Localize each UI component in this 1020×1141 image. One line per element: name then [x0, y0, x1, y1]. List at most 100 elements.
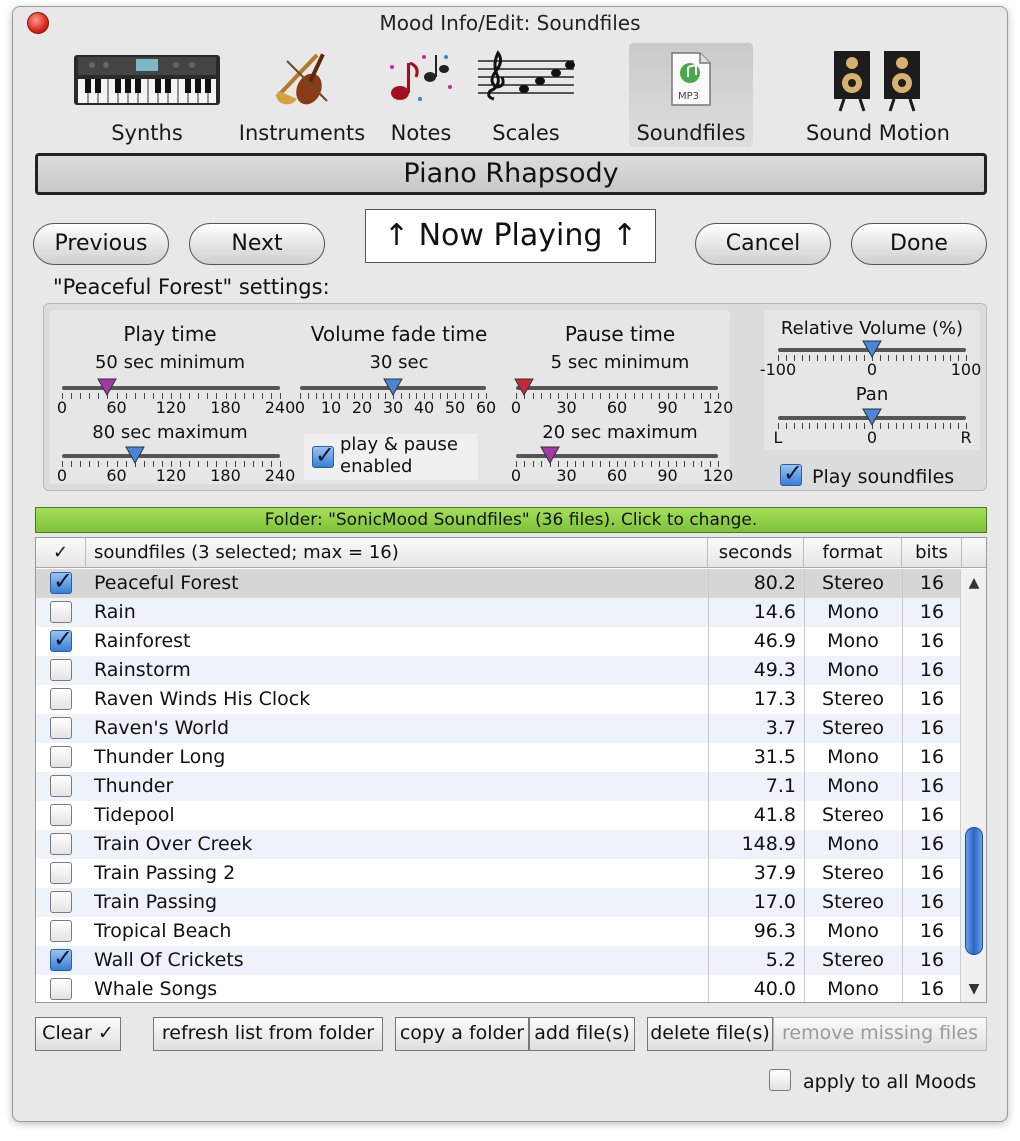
row-checkbox[interactable] [50, 625, 73, 653]
slider-thumb[interactable] [383, 378, 403, 396]
row-checkbox[interactable] [50, 978, 72, 1000]
slider-tick [633, 461, 635, 467]
table-row[interactable]: Raven Winds His Clock 17.3 Stereo 16 [36, 685, 961, 714]
add-files-button[interactable]: add file(s) [529, 1017, 635, 1051]
relative-volume-slider[interactable]: -100 0 100 [760, 340, 981, 380]
table-row[interactable]: Train Over Creek 148.9 Mono 16 [36, 830, 961, 859]
row-checkbox[interactable] [50, 601, 72, 623]
slider-thumb[interactable] [124, 446, 145, 464]
row-bits: 16 [919, 572, 945, 594]
play-pause-label: play & pause enabled [340, 434, 458, 478]
slider-thumb[interactable] [539, 446, 560, 464]
toolbar-synths[interactable]: Synths [69, 43, 225, 147]
pan-slider[interactable]: L 0 R [774, 408, 972, 448]
play-soundfiles-checkbox[interactable] [780, 459, 803, 487]
row-checkbox[interactable] [50, 804, 72, 826]
table-row[interactable]: Whale Songs 40.0 Mono 16 [36, 975, 961, 1002]
row-checkbox[interactable] [50, 659, 72, 681]
table-row[interactable]: Thunder 7.1 Mono 16 [36, 772, 961, 801]
slider-thumb[interactable] [97, 378, 118, 396]
table-row[interactable]: Raven's World 3.7 Stereo 16 [36, 714, 961, 743]
slider-thumb[interactable] [862, 408, 882, 426]
copy-folder-button[interactable]: copy a folder [395, 1017, 529, 1051]
scroll-down-arrow[interactable]: ▼ [961, 981, 986, 997]
now-playing-button[interactable]: ↑ Now Playing ↑ [365, 209, 656, 263]
table-row[interactable]: Tidepool 41.8 Stereo 16 [36, 801, 961, 830]
play-time-min-slider[interactable]: 0 60 120 180 240 [57, 378, 295, 418]
row-bits: 16 [919, 833, 945, 855]
table-row[interactable]: Tropical Beach 96.3 Mono 16 [36, 917, 961, 946]
row-checkbox[interactable] [50, 717, 72, 739]
table-row[interactable]: Peaceful Forest 80.2 Stereo 16 [36, 569, 961, 598]
row-checkbox[interactable] [50, 688, 72, 710]
slider-tick-label: 50 [444, 398, 466, 417]
folder-bar[interactable]: Folder: "SonicMood Soundfiles" (36 files… [35, 507, 987, 533]
slider-tick [919, 423, 920, 429]
play-time-max-slider[interactable]: 0 60 120 180 240 [57, 446, 295, 486]
table-row[interactable]: Rainforest 46.9 Mono 16 [36, 625, 961, 656]
header-format[interactable]: format [804, 538, 902, 568]
mood-name-field[interactable]: Piano Rhapsody [35, 153, 987, 195]
pause-time-max-slider[interactable]: 0 30 60 90 120 [511, 446, 733, 486]
scroll-thumb[interactable] [965, 827, 983, 955]
slider-tick [591, 393, 593, 399]
row-bits: 16 [919, 949, 945, 971]
slider-tick [243, 461, 245, 467]
instruments-icon [275, 53, 328, 105]
apply-all-checkbox[interactable] [769, 1069, 791, 1091]
row-checkbox[interactable] [50, 944, 73, 972]
header-soundfiles[interactable]: soundfiles (3 selected; max = 16) [86, 538, 708, 568]
slider-tick-label: 0 [56, 398, 68, 417]
table-row[interactable]: Wall Of Crickets 5.2 Stereo 16 [36, 944, 961, 975]
slider-thumb[interactable] [514, 378, 535, 396]
table-row[interactable]: Thunder Long 31.5 Mono 16 [36, 743, 961, 772]
row-checkbox[interactable] [50, 862, 72, 884]
slider-tick [600, 461, 602, 467]
slider-tick [207, 461, 209, 467]
table-scrollbar[interactable]: ▲ ▼ [960, 569, 986, 1002]
previous-button[interactable]: Previous [33, 223, 169, 265]
header-bits[interactable]: bits [902, 538, 962, 568]
delete-files-button[interactable]: delete file(s) [647, 1017, 773, 1051]
toolbar-notes[interactable]: Notes [381, 43, 461, 147]
row-checkbox[interactable] [50, 569, 73, 595]
toolbar-soundfiles[interactable]: MP3 Soundfiles [629, 43, 753, 147]
toolbar-sound-motion[interactable]: Sound Motion [803, 43, 953, 147]
slider-tick [71, 461, 73, 467]
row-format: Mono [827, 659, 879, 681]
table-row[interactable]: Rainstorm 49.3 Mono 16 [36, 656, 961, 685]
row-soundfile-name: Thunder Long [94, 746, 226, 768]
header-seconds[interactable]: seconds [708, 538, 804, 568]
close-window-button[interactable] [27, 12, 49, 34]
table-row[interactable]: Rain 14.6 Mono 16 [36, 598, 961, 627]
slider-tick [524, 461, 526, 467]
cancel-button[interactable]: Cancel [695, 223, 831, 265]
done-button[interactable]: Done [851, 223, 987, 265]
slider-tick [895, 355, 897, 361]
row-soundfile-name: Raven's World [94, 717, 230, 739]
volume-fade-slider[interactable]: 0 10 20 30 40 50 60 [295, 378, 496, 418]
slider-tick-label: 0 [56, 466, 68, 485]
pause-time-min-label: 5 sec minimum [550, 352, 690, 373]
slider-thumb[interactable] [862, 340, 882, 358]
slider-tick-label: 0 [510, 398, 522, 417]
table-row[interactable]: Train Passing 17.0 Stereo 16 [36, 888, 961, 917]
row-checkbox[interactable] [50, 891, 72, 913]
slider-tick-label: 120 [702, 398, 734, 417]
row-checkbox[interactable] [50, 833, 72, 855]
toolbar-scales[interactable]: Scales [471, 43, 581, 147]
row-checkbox[interactable] [50, 775, 72, 797]
play-pause-checkbox[interactable] [312, 441, 335, 469]
table-row[interactable]: Train Passing 2 37.9 Stereo 16 [36, 859, 961, 888]
next-button[interactable]: Next [189, 223, 325, 265]
row-soundfile-name: Rainforest [94, 630, 191, 652]
scroll-up-arrow[interactable]: ▲ [961, 575, 986, 591]
row-checkbox[interactable] [50, 746, 72, 768]
clear-checks-button[interactable]: Clear ✓ [35, 1017, 121, 1051]
header-check[interactable]: ✓ [36, 538, 86, 568]
slider-tick-label: 40 [413, 398, 435, 417]
refresh-list-button[interactable]: refresh list from folder [153, 1017, 383, 1051]
toolbar-instruments[interactable]: Instruments [237, 43, 367, 147]
row-checkbox[interactable] [50, 920, 72, 942]
pause-time-min-slider[interactable]: 0 30 60 90 120 [511, 378, 733, 418]
